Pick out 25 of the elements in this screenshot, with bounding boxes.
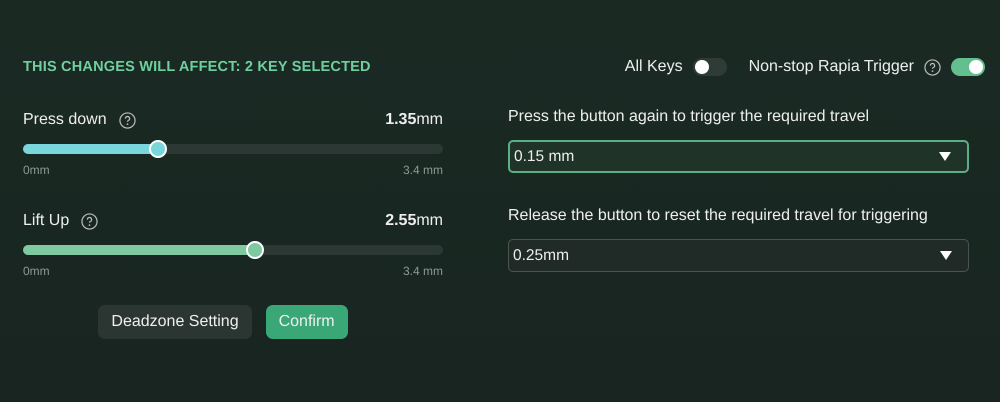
toggle-label: Non-stop Rapia Trigger [748,58,914,76]
travel-dropdown[interactable]: 0.15 mm [508,140,969,173]
slider-thumb[interactable] [246,241,264,259]
slider-value: 2.55mm [385,212,443,230]
min-label: 0mm [23,163,50,179]
slider-thumb[interactable] [149,140,168,158]
travel-dropdown[interactable]: 0.25mm [508,239,969,272]
caret-icon [940,251,952,260]
min-label: 0mm [23,264,50,280]
toggle-switch[interactable] [692,58,727,76]
toggle-label: All Keys [624,58,683,76]
slider-value: 1.35mm [385,111,443,129]
toggle-switch[interactable] [951,58,985,76]
help-icon[interactable] [118,112,136,128]
slider-label: Press down [23,111,107,129]
dropdown-label: Release the button to reset the required travel for triggering [508,207,929,225]
help-icon[interactable] [81,212,98,230]
slider-label: Lift Up [23,212,70,230]
selection-heading: THIS CHANGES WILL AFFECT: 2 KEY SELECTED [23,59,371,75]
caret-icon [939,152,951,161]
setting-button[interactable]: Deadzone Setting [98,305,252,339]
dropdown-label: Press the button again to trigger the required travel [508,108,870,126]
help-icon[interactable] [924,58,941,76]
max-label: 3.4 mm [402,163,443,179]
max-label: 3.4 mm [402,264,443,280]
